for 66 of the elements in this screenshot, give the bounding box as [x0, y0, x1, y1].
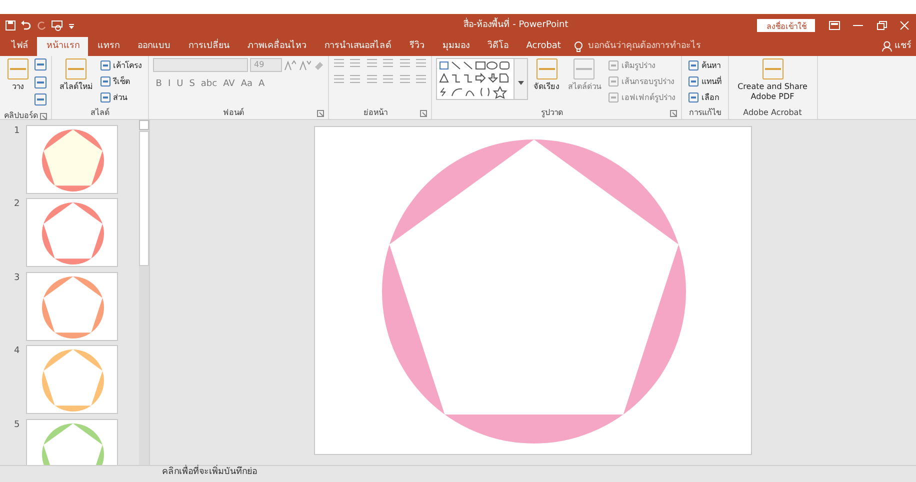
ribbon-tab[interactable]: วิดีโอ: [478, 37, 518, 56]
command-icon[interactable]: [762, 58, 784, 80]
group-label: Adobe Acrobat: [742, 107, 803, 119]
ribbon-tab[interactable]: ภาพเคลื่อนไหว: [238, 37, 316, 56]
undo-icon[interactable]: [20, 20, 32, 31]
ribbon-tab[interactable]: หน้าแรก: [37, 37, 88, 56]
notes-field[interactable]: คลิกเพื่อที่จะเพิ่มบันทึกย่อ: [162, 467, 257, 477]
ribbon-tab[interactable]: ไฟล์: [2, 37, 38, 56]
slide-number: 2: [13, 198, 21, 211]
ribbon-button[interactable]: จัดเรียง: [530, 58, 562, 92]
presentation-icon[interactable]: [51, 20, 63, 31]
window-title: สื่อ-ห้องพื้นที่ - PowerPoint: [462, 18, 570, 32]
dialog-launcher-icon[interactable]: [316, 110, 324, 116]
ribbon-display-icon[interactable]: [828, 21, 840, 30]
dialog-launcher-icon[interactable]: [40, 112, 48, 120]
person-icon[interactable]: [882, 41, 892, 52]
command-icon[interactable]: [100, 76, 110, 87]
close-icon[interactable]: [900, 21, 910, 30]
tool-icon[interactable]: [34, 93, 48, 106]
command-icon[interactable]: [7, 58, 29, 80]
group-label: สไลด์: [90, 107, 110, 119]
ribbon-tab[interactable]: รีวิว: [400, 37, 434, 56]
ribbon-button[interactable]: เค้าโครง: [98, 58, 144, 73]
redo-icon[interactable]: [36, 20, 46, 31]
sign-in-button[interactable]: ลงชื่อเข้าใช้: [757, 19, 816, 32]
shapes-gallery-icon[interactable]: [436, 58, 528, 100]
scrollbar[interactable]: [139, 120, 149, 465]
tool-icon[interactable]: [34, 76, 48, 89]
ribbon-button[interactable]: Create and Share Adobe PDF: [732, 58, 812, 102]
dialog-launcher-icon[interactable]: [670, 110, 678, 116]
ribbon-tab[interactable]: การเปลี่ยน: [179, 37, 238, 56]
group-label: ย่อหน้า: [362, 107, 388, 119]
save-icon[interactable]: [4, 20, 16, 31]
ribbon-button[interactable]: รีเซ็ต: [98, 74, 144, 89]
ribbon-tab[interactable]: แทรก: [88, 37, 128, 56]
command-icon[interactable]: [100, 92, 110, 103]
slide-number: 4: [13, 345, 21, 358]
group-label: คลิปบอร์ด: [4, 110, 38, 122]
command-icon[interactable]: [688, 60, 700, 71]
ribbon-tab[interactable]: ออกแบบ: [128, 37, 180, 56]
ribbon-button[interactable]: ค้นหา: [686, 58, 724, 73]
group-label: ฟอนต์: [222, 107, 246, 119]
group-label: การแก้ไข: [688, 107, 722, 119]
command-icon[interactable]: [100, 60, 110, 71]
dialog-launcher-icon[interactable]: [420, 110, 428, 116]
command-icon[interactable]: [536, 58, 558, 80]
command-icon[interactable]: [688, 92, 700, 103]
slide-number: 1: [13, 124, 21, 138]
tell-me-field[interactable]: บอกฉันว่าคุณต้องการทำอะไร: [588, 40, 701, 54]
slide-number: 3: [13, 272, 21, 284]
ribbon-button[interactable]: สไลด์ใหม่: [56, 58, 96, 92]
command-icon[interactable]: [64, 58, 87, 80]
restore-icon[interactable]: [876, 21, 887, 30]
tool-icon[interactable]: [34, 58, 48, 71]
share-button[interactable]: แชร์: [894, 40, 912, 54]
ribbon-button[interactable]: ส่วน: [98, 90, 144, 105]
group-label: รูปวาด: [540, 107, 564, 119]
ribbon-button[interactable]: เลือก: [686, 90, 724, 105]
ribbon-tab[interactable]: Acrobat: [517, 37, 570, 56]
command-icon[interactable]: [688, 76, 700, 87]
lightbulb-icon[interactable]: [574, 40, 584, 52]
slide-number: 5: [13, 418, 21, 432]
ribbon-button[interactable]: แทนที่: [686, 74, 724, 89]
ribbon-button[interactable]: วาง: [4, 58, 32, 92]
ribbon-tab[interactable]: มุมมอง: [433, 37, 478, 56]
ribbon-tab[interactable]: การนำเสนอสไลด์: [315, 37, 400, 56]
